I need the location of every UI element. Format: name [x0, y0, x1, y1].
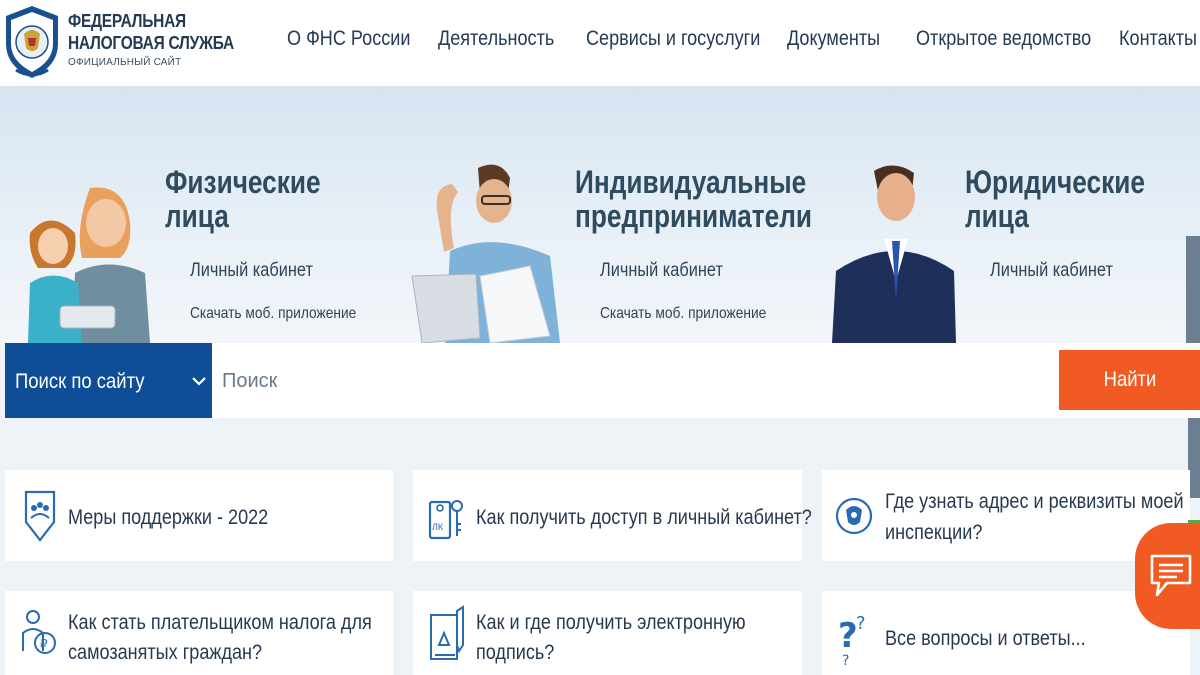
- hero-link-personal-account-legal[interactable]: Личный кабинет: [990, 260, 1113, 282]
- hero-link-personal-account-individuals[interactable]: Личный кабинет: [190, 260, 313, 282]
- card-label-line1: Где узнать адрес и реквизиты моей: [885, 490, 1184, 513]
- hero-title-entrepreneurs-2[interactable]: предприниматели: [575, 199, 812, 233]
- search-submit-label: Найти: [1103, 368, 1156, 391]
- nav-item-services[interactable]: Сервисы и госуслуги: [586, 27, 760, 51]
- card-label: Как получить доступ в личный кабинет?: [476, 506, 812, 529]
- e-signature-icon: [430, 605, 464, 660]
- site-header: ФЕДЕРАЛЬНАЯ НАЛОГОВАЯ СЛУЖБА ОФИЦИАЛЬНЫЙ…: [0, 0, 1200, 86]
- card-self-employed[interactable]: ₽ Как стать плательщиком налога для само…: [5, 591, 393, 675]
- svg-text:?: ?: [856, 613, 866, 634]
- card-label-line2: самозанятых граждан?: [68, 641, 263, 664]
- chevron-down-icon: [192, 377, 206, 386]
- svg-text:₽: ₽: [40, 637, 48, 651]
- logo-subtitle: ОФИЦИАЛЬНЫЙ САЙТ: [68, 57, 182, 68]
- nav-item-open-agency[interactable]: Открытое ведомство: [916, 27, 1091, 51]
- hero-banner: Физические лица Личный кабинет Скачать м…: [0, 86, 1200, 343]
- hero-title-individuals-2[interactable]: лица: [165, 199, 229, 233]
- hero-title-legal-entities-2[interactable]: лица: [965, 199, 1029, 233]
- card-label-line1: Как стать плательщиком налога для: [68, 611, 372, 634]
- nav-item-about[interactable]: О ФНС России: [287, 27, 410, 51]
- card-personal-account-access[interactable]: ЛК Как получить доступ в личный кабинет?: [413, 470, 812, 561]
- card-label-line2: инспекции?: [885, 521, 983, 544]
- support-shield-icon: [24, 490, 56, 542]
- svg-text:?: ?: [838, 616, 858, 656]
- chat-icon: [1150, 554, 1192, 597]
- main-nav: О ФНС России Деятельность Сервисы и госу…: [0, 27, 1200, 55]
- emblem-circle-icon: [835, 497, 873, 535]
- nav-item-activity[interactable]: Деятельность: [438, 27, 554, 51]
- card-all-faq[interactable]: ? ? ? Все вопросы и ответы...: [822, 591, 1190, 675]
- entrepreneur-illustration: [411, 164, 560, 343]
- chat-button[interactable]: [1135, 523, 1200, 629]
- key-tag-icon: ЛК: [428, 500, 463, 540]
- self-employed-icon: ₽: [22, 610, 56, 654]
- card-inspection-address[interactable]: Где узнать адрес и реквизиты моей инспек…: [822, 470, 1190, 561]
- search-bar: Поиск по сайту Найти: [5, 343, 1200, 418]
- search-scope-select[interactable]: Поиск по сайту: [5, 343, 212, 418]
- card-support-measures[interactable]: Меры поддержки - 2022: [5, 470, 393, 561]
- svg-text:ЛК: ЛК: [432, 522, 444, 532]
- svg-text:?: ?: [842, 653, 849, 669]
- hero-title-legal-entities-1[interactable]: Юридические: [965, 165, 1145, 199]
- search-input[interactable]: [222, 361, 1042, 401]
- nav-item-contacts[interactable]: Контакты: [1119, 27, 1197, 51]
- card-electronic-signature[interactable]: Как и где получить электронную подпись?: [413, 591, 802, 675]
- question-marks-icon: ? ? ?: [838, 613, 866, 669]
- card-label: Все вопросы и ответы...: [885, 627, 1086, 650]
- mother-child-illustration: [28, 187, 150, 343]
- hero-link-mobile-app-individuals[interactable]: Скачать моб. приложение: [190, 305, 356, 323]
- hero-link-personal-account-entrepreneurs[interactable]: Личный кабинет: [600, 260, 723, 282]
- hero-title-individuals-1[interactable]: Физические: [165, 165, 321, 199]
- search-submit-button[interactable]: Найти: [1059, 350, 1200, 410]
- card-label: Меры поддержки - 2022: [68, 506, 269, 529]
- nav-item-documents[interactable]: Документы: [787, 27, 880, 51]
- search-scope-label: Поиск по сайту: [15, 370, 145, 393]
- hero-title-entrepreneurs-1[interactable]: Индивидуальные: [575, 165, 806, 199]
- hero-link-mobile-app-entrepreneurs[interactable]: Скачать моб. приложение: [600, 305, 766, 323]
- card-label-line2: подпись?: [476, 641, 555, 664]
- card-label-line1: Как и где получить электронную: [476, 611, 746, 634]
- businessman-illustration: [832, 165, 956, 343]
- slider-next-tab[interactable]: [1186, 236, 1200, 343]
